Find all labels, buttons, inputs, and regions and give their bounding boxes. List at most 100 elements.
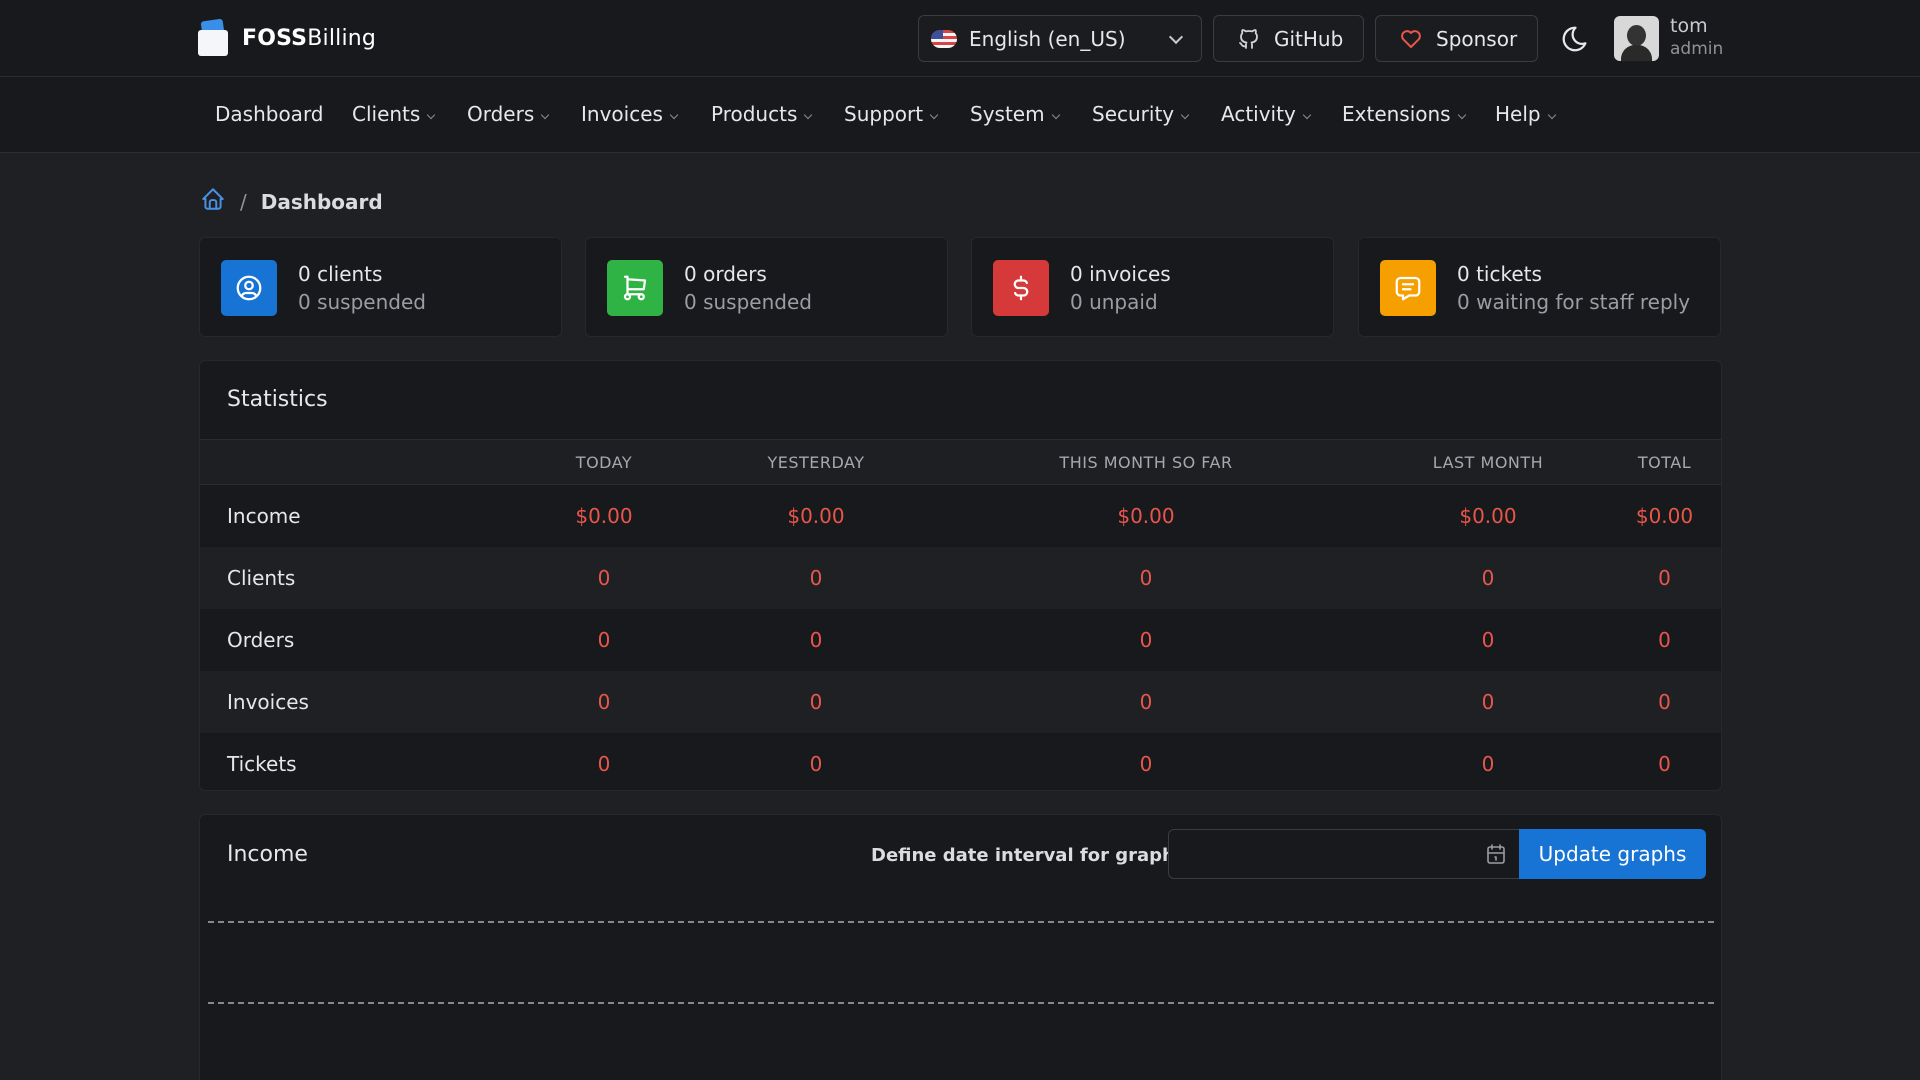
table-row: Clients 0 0 0 0 0 [200, 546, 1721, 609]
table-cell: $0.00 [1606, 484, 1721, 547]
orders-summary-card[interactable]: 0 orders 0 suspended [585, 237, 948, 337]
caret-down-icon [1302, 110, 1312, 120]
nav-system[interactable]: System [970, 102, 1060, 126]
main-navbar: Dashboard Clients Orders Invoices Produc… [0, 77, 1920, 153]
caret-down-icon [804, 110, 813, 120]
table-cell: 0 [1370, 670, 1606, 733]
user-menu[interactable]: tom admin [1670, 15, 1723, 61]
row-label: Orders [200, 608, 498, 671]
clients-summary-card[interactable]: 0 clients 0 suspended [199, 237, 562, 337]
invoices-summary-card[interactable]: 0 invoices 0 unpaid [971, 237, 1334, 337]
caret-down-icon [1547, 110, 1556, 120]
column-header: THIS MONTH SO FAR [922, 439, 1370, 485]
card-sub-text: 0 suspended [684, 290, 812, 314]
language-label: English (en_US) [969, 26, 1126, 51]
nav-support[interactable]: Support [844, 102, 939, 126]
nav-clients[interactable]: Clients [352, 102, 436, 126]
nav-label: Clients [352, 102, 421, 126]
home-icon[interactable] [200, 186, 226, 217]
table-cell: 0 [498, 608, 710, 671]
caret-down-icon [1180, 110, 1190, 120]
table-cell: 0 [1606, 670, 1721, 733]
table-cell: 0 [498, 732, 710, 790]
table-cell: 0 [1606, 732, 1721, 790]
nav-activity[interactable]: Activity [1221, 102, 1312, 126]
brand-logo-link[interactable]: FOSSBilling [198, 18, 376, 56]
table-row: Income $0.00 $0.00 $0.00 $0.00 $0.00 [200, 484, 1721, 547]
github-label: GitHub [1274, 26, 1344, 51]
nav-orders[interactable]: Orders [467, 102, 550, 126]
nav-label: Help [1495, 102, 1541, 126]
card-main-text: 0 tickets [1457, 262, 1542, 286]
update-graphs-button[interactable]: Update graphs [1519, 829, 1706, 879]
nav-label: System [970, 102, 1045, 126]
github-icon [1236, 26, 1262, 52]
column-header: TOTAL [1606, 439, 1721, 485]
calendar-icon[interactable] [1484, 842, 1508, 866]
row-label: Clients [200, 546, 498, 609]
statistics-title: Statistics [227, 387, 328, 412]
caret-down-icon [669, 110, 679, 120]
caret-down-icon [541, 110, 550, 120]
user-circle-icon [221, 260, 277, 316]
statistics-panel: Statistics TODAY YESTERDAY THIS MONTH SO… [199, 360, 1722, 791]
table-cell: $0.00 [1370, 484, 1606, 547]
table-header-empty [200, 439, 498, 485]
table-cell: 0 [922, 670, 1370, 733]
card-main-text: 0 clients [298, 262, 383, 286]
sponsor-label: Sponsor [1436, 26, 1518, 51]
caret-down-icon [427, 110, 436, 120]
card-main-text: 0 invoices [1070, 262, 1171, 286]
language-select[interactable]: English (en_US) [918, 15, 1202, 62]
caret-down-icon [1051, 110, 1060, 120]
table-cell: 0 [1370, 546, 1606, 609]
heart-icon [1398, 26, 1424, 52]
nav-dashboard[interactable]: Dashboard [215, 102, 324, 126]
date-interval-input[interactable] [1168, 829, 1521, 879]
nav-products[interactable]: Products [711, 102, 813, 126]
table-cell: $0.00 [922, 484, 1370, 547]
caret-down-icon [929, 110, 939, 120]
table-cell: 0 [922, 732, 1370, 790]
card-sub-text: 0 waiting for staff reply [1457, 290, 1691, 314]
table-row: Orders 0 0 0 0 0 [200, 608, 1721, 671]
top-header: FOSSBilling English (en_US) GitHub Spons… [0, 0, 1920, 77]
user-name: tom [1670, 15, 1708, 37]
breadcrumb-separator: / [240, 189, 247, 214]
nav-help[interactable]: Help [1495, 102, 1556, 126]
table-cell: 0 [1370, 608, 1606, 671]
nav-label: Products [711, 102, 798, 126]
column-header: LAST MONTH [1370, 439, 1606, 485]
nav-label: Dashboard [215, 102, 324, 126]
shopping-cart-icon [607, 260, 663, 316]
table-cell: 0 [710, 608, 922, 671]
dark-mode-toggle-moon-icon[interactable] [1560, 24, 1590, 54]
nav-label: Invoices [581, 102, 663, 126]
table-cell: 0 [1606, 546, 1721, 609]
tickets-summary-card[interactable]: 0 tickets 0 waiting for staff reply [1358, 237, 1721, 337]
table-header-row: TODAY YESTERDAY THIS MONTH SO FAR LAST M… [200, 439, 1721, 485]
nav-security[interactable]: Security [1092, 102, 1190, 126]
nav-invoices[interactable]: Invoices [581, 102, 679, 126]
user-role: admin [1670, 39, 1724, 59]
nav-extensions[interactable]: Extensions [1342, 102, 1466, 126]
nav-label: Support [844, 102, 924, 126]
income-panel: Income Define date interval for graphs U… [199, 814, 1722, 1080]
table-cell: 0 [710, 546, 922, 609]
sponsor-button[interactable]: Sponsor [1375, 15, 1538, 62]
github-button[interactable]: GitHub [1213, 15, 1364, 62]
user-avatar[interactable] [1614, 16, 1659, 61]
nav-label: Orders [467, 102, 535, 126]
table-row: Invoices 0 0 0 0 0 [200, 670, 1721, 733]
table-cell: 0 [710, 670, 922, 733]
chevron-down-icon [1168, 29, 1184, 45]
column-header: TODAY [498, 439, 710, 485]
income-chart [208, 921, 1715, 1004]
card-main-text: 0 orders [684, 262, 767, 286]
column-header: YESTERDAY [710, 439, 922, 485]
fossbilling-logo-icon [198, 18, 230, 56]
date-interval-label: Define date interval for graphs [871, 845, 1186, 866]
table-cell: $0.00 [710, 484, 922, 547]
card-sub-text: 0 suspended [298, 290, 426, 314]
table-cell: $0.00 [498, 484, 710, 547]
